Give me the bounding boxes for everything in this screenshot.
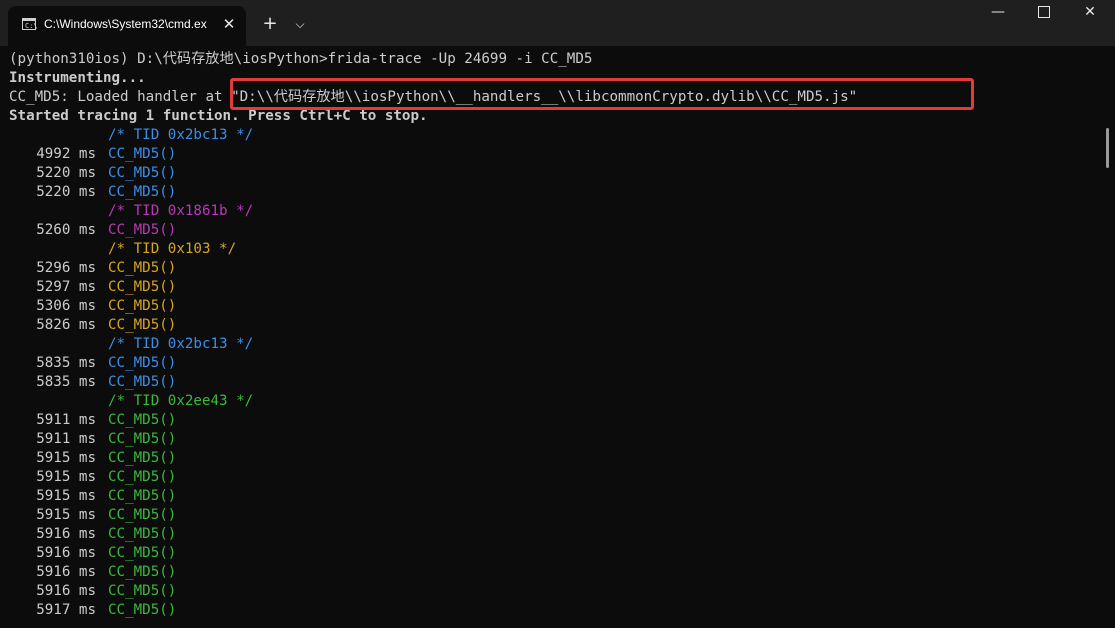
trace-line: 5911 ms CC_MD5() [9, 411, 176, 430]
trace-function: CC_MD5() [108, 469, 177, 485]
trace-function: CC_MD5() [108, 545, 177, 561]
trace-function: CC_MD5() [108, 412, 177, 428]
trace-line: 5915 ms CC_MD5() [9, 506, 176, 525]
tab-dropdown-button[interactable]: ⌵ [288, 12, 312, 36]
trace-function: CC_MD5() [108, 507, 177, 523]
trace-function: CC_MD5() [108, 260, 177, 276]
trace-line: 5916 ms CC_MD5() [9, 563, 176, 582]
trace-time: 5260 ms [36, 222, 96, 238]
trace-line: 5260 ms CC_MD5() [9, 221, 176, 240]
trace-line: 5915 ms CC_MD5() [9, 487, 176, 506]
trace-function: CC_MD5() [108, 431, 177, 447]
trace-time: 5220 ms [36, 165, 96, 181]
trace-function: CC_MD5() [108, 602, 177, 618]
trace-time: 5835 ms [36, 374, 96, 390]
trace-time: 5915 ms [36, 469, 96, 485]
trace-function: CC_MD5() [108, 165, 177, 181]
trace-line: 4992 ms CC_MD5() [9, 145, 176, 164]
trace-line: 5916 ms CC_MD5() [9, 582, 176, 601]
trace-function: CC_MD5() [108, 526, 177, 542]
trace-line: 5297 ms CC_MD5() [9, 278, 176, 297]
trace-line: 5835 ms CC_MD5() [9, 354, 176, 373]
cmd-icon: C:\ [22, 18, 38, 30]
maximize-button[interactable] [1022, 4, 1066, 38]
trace-time: 5916 ms [36, 583, 96, 599]
new-tab-button[interactable]: + [258, 12, 282, 36]
trace-function: CC_MD5() [108, 146, 177, 162]
trace-function: CC_MD5() [108, 450, 177, 466]
trace-function: CC_MD5() [108, 374, 177, 390]
close-window-button[interactable]: ✕ [1068, 4, 1112, 38]
title-bar: C:\ C:\Windows\System32\cmd.ex ✕ + ⌵ — ✕ [0, 0, 1115, 46]
trace-time: 5826 ms [36, 317, 96, 333]
trace-time: 5916 ms [36, 526, 96, 542]
tid-comment: /* TID 0x2bc13 */ [108, 336, 254, 352]
trace-time: 5911 ms [36, 412, 96, 428]
instrumenting-line: Instrumenting... [9, 70, 146, 86]
trace-line: 5915 ms CC_MD5() [9, 468, 176, 487]
trace-function: CC_MD5() [108, 184, 177, 200]
minimize-button[interactable]: — [976, 4, 1020, 38]
tab-cmd[interactable]: C:\ C:\Windows\System32\cmd.ex ✕ [8, 6, 246, 46]
trace-time: 5915 ms [36, 450, 96, 466]
scrollbar-thumb[interactable] [1106, 128, 1109, 168]
trace-time: 5297 ms [36, 279, 96, 295]
trace-time: 5835 ms [36, 355, 96, 371]
trace-line: 5296 ms CC_MD5() [9, 259, 176, 278]
highlight-annotation-box [230, 78, 974, 110]
trace-time: 5911 ms [36, 431, 96, 447]
trace-line: 5911 ms CC_MD5() [9, 430, 176, 449]
trace-function: CC_MD5() [108, 298, 177, 314]
trace-line: 5917 ms CC_MD5() [9, 601, 176, 620]
trace-time: 4992 ms [36, 146, 96, 162]
trace-time: 5917 ms [36, 602, 96, 618]
trace-time: 5306 ms [36, 298, 96, 314]
trace-line: 5220 ms CC_MD5() [9, 183, 176, 202]
trace-function: CC_MD5() [108, 583, 177, 599]
trace-time: 5915 ms [36, 488, 96, 504]
tab-title: C:\Windows\System32\cmd.ex [44, 17, 207, 31]
command-line: (python310ios) D:\代码存放地\iosPython>frida-… [9, 51, 593, 67]
trace-time: 5220 ms [36, 184, 96, 200]
trace-function: CC_MD5() [108, 355, 177, 371]
trace-line: 5306 ms CC_MD5() [9, 297, 176, 316]
trace-function: CC_MD5() [108, 317, 177, 333]
trace-time: 5916 ms [36, 545, 96, 561]
tid-comment: /* TID 0x103 */ [108, 241, 237, 257]
trace-function: CC_MD5() [108, 488, 177, 504]
trace-function: CC_MD5() [108, 222, 177, 238]
trace-line: 5835 ms CC_MD5() [9, 373, 176, 392]
maximize-icon [1038, 6, 1050, 18]
tid-comment: /* TID 0x1861b */ [108, 203, 254, 219]
trace-time: 5916 ms [36, 564, 96, 580]
trace-line: 5915 ms CC_MD5() [9, 449, 176, 468]
trace-time: 5296 ms [36, 260, 96, 276]
tid-comment: /* TID 0x2bc13 */ [108, 127, 254, 143]
trace-line: 5916 ms CC_MD5() [9, 525, 176, 544]
trace-line: 5916 ms CC_MD5() [9, 544, 176, 563]
trace-function: CC_MD5() [108, 279, 177, 295]
tab-close-button[interactable]: ✕ [218, 13, 240, 35]
trace-time: 5915 ms [36, 507, 96, 523]
tid-comment: /* TID 0x2ee43 */ [108, 393, 254, 409]
trace-function: CC_MD5() [108, 564, 177, 580]
trace-line: 5220 ms CC_MD5() [9, 164, 176, 183]
terminal-output[interactable]: (python310ios) D:\代码存放地\iosPython>frida-… [0, 46, 1100, 628]
trace-line: 5826 ms CC_MD5() [9, 316, 176, 335]
